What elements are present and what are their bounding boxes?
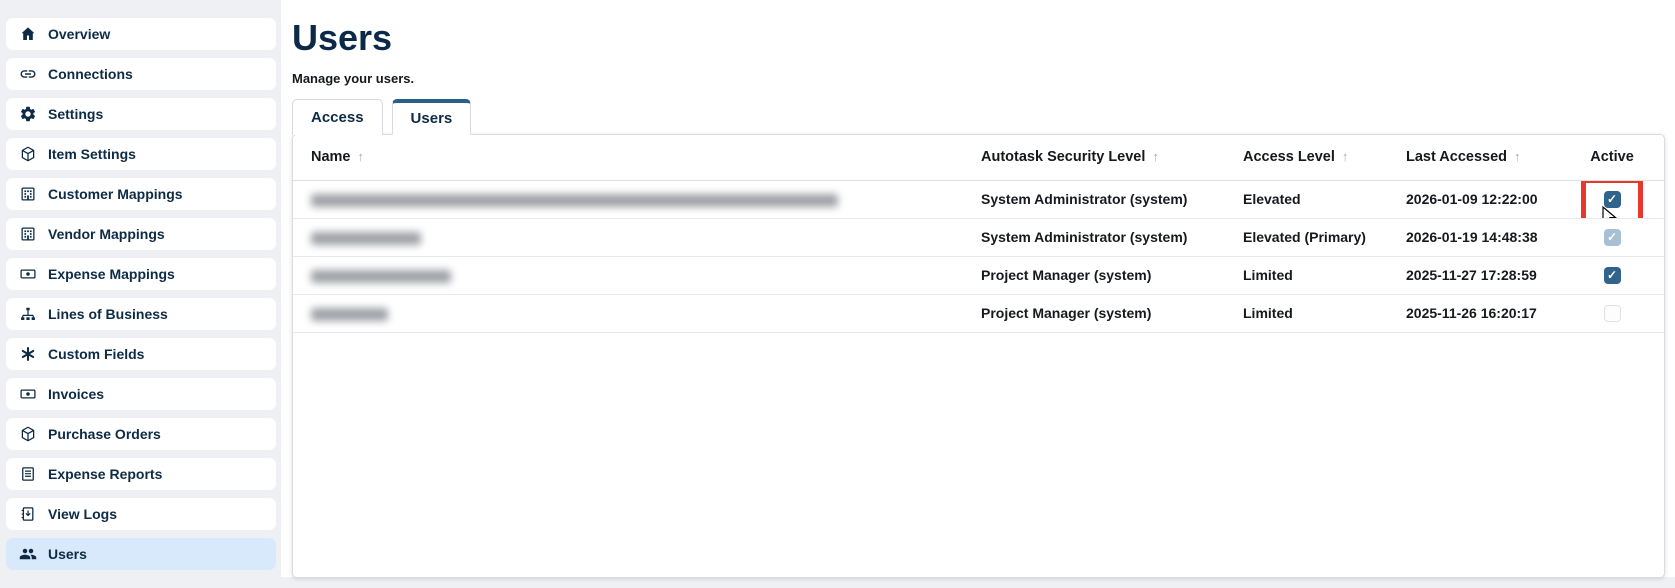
table-row: System Administrator (system) Elevated (…	[293, 218, 1664, 256]
home-icon	[19, 25, 37, 43]
sort-ascending-icon[interactable]: ↑	[1342, 149, 1349, 164]
col-header-label: Name	[311, 149, 351, 165]
cell-access-level: Elevated (Primary)	[1227, 218, 1390, 256]
sidebar-item-expense-mappings[interactable]: Expense Mappings	[6, 258, 276, 290]
tab-users[interactable]: Users	[392, 99, 472, 135]
col-header-active: Active	[1560, 135, 1664, 180]
sidebar-item-custom-fields[interactable]: Custom Fields	[6, 338, 276, 370]
sidebar-item-vendor-mappings[interactable]: Vendor Mappings	[6, 218, 276, 250]
cell-last-accessed: 2026-01-19 14:48:38	[1390, 218, 1560, 256]
active-checkbox[interactable]	[1604, 267, 1621, 284]
payments-icon	[19, 265, 37, 283]
cell-last-accessed: 2025-11-27 17:28:59	[1390, 256, 1560, 294]
col-header-label: Active	[1590, 149, 1634, 165]
cell-name	[293, 294, 965, 332]
cell-name	[293, 180, 965, 218]
cell-last-accessed: 2026-01-09 12:22:00	[1390, 180, 1560, 218]
page-subtitle: Manage your users.	[292, 71, 1675, 86]
sidebar-item-label: Users	[48, 546, 87, 562]
active-checkbox[interactable]	[1604, 191, 1621, 208]
sidebar-item-label: Expense Mappings	[48, 266, 175, 282]
cell-access-level: Limited	[1227, 256, 1390, 294]
redacted-name	[311, 270, 451, 283]
active-checkbox[interactable]	[1604, 305, 1621, 322]
users-table: Name ↑ Autotask Security Level ↑ Access Le…	[293, 135, 1664, 333]
table-row: Project Manager (system) Limited 2025-11…	[293, 256, 1664, 294]
gear-icon	[19, 105, 37, 123]
group-icon	[19, 545, 37, 563]
col-header-access-level[interactable]: Access Level ↑	[1227, 135, 1390, 180]
cell-name	[293, 256, 965, 294]
sidebar-item-connections[interactable]: Connections	[6, 58, 276, 90]
sidebar-item-label: Invoices	[48, 386, 104, 402]
sidebar-item-label: Expense Reports	[48, 466, 162, 482]
sidebar-item-users[interactable]: Users	[6, 538, 276, 570]
building-icon	[19, 225, 37, 243]
sidebar-item-label: Settings	[48, 106, 103, 122]
cell-access-level: Limited	[1227, 294, 1390, 332]
sidebar-item-customer-mappings[interactable]: Customer Mappings	[6, 178, 276, 210]
col-header-security-level[interactable]: Autotask Security Level ↑	[965, 135, 1227, 180]
redacted-name	[311, 194, 838, 207]
building-icon	[19, 185, 37, 203]
sidebar-item-invoices[interactable]: Invoices	[6, 378, 276, 410]
sidebar-item-label: Overview	[48, 26, 110, 42]
sidebar-item-settings[interactable]: Settings	[6, 98, 276, 130]
sidebar-item-expense-reports[interactable]: Expense Reports	[6, 458, 276, 490]
report-icon	[19, 465, 37, 483]
cell-name	[293, 218, 965, 256]
sidebar-item-label: Customer Mappings	[48, 186, 183, 202]
cell-active	[1560, 180, 1664, 218]
asterisk-icon	[19, 345, 37, 363]
tab-bar: Access Users	[292, 99, 1675, 135]
tab-access[interactable]: Access	[292, 99, 383, 135]
col-header-label: Access Level	[1243, 149, 1335, 165]
active-checkbox[interactable]	[1604, 229, 1621, 246]
payments-icon	[19, 385, 37, 403]
cell-active	[1560, 218, 1664, 256]
sidebar-item-purchase-orders[interactable]: Purchase Orders	[6, 418, 276, 450]
page-title: Users	[292, 18, 1675, 58]
redacted-name	[311, 308, 388, 321]
sort-ascending-icon[interactable]: ↑	[1514, 149, 1521, 164]
logs-icon	[19, 505, 37, 523]
sidebar-item-label: View Logs	[48, 506, 117, 522]
cell-access-level: Elevated	[1227, 180, 1390, 218]
package-icon	[19, 145, 37, 163]
package-icon	[19, 425, 37, 443]
main-panel: Users Manage your users. Access Users Na…	[281, 0, 1675, 577]
sidebar-item-label: Custom Fields	[48, 346, 144, 362]
sidebar-item-view-logs[interactable]: View Logs	[6, 498, 276, 530]
sidebar: Overview Connections Settings Item Setti…	[6, 18, 276, 578]
users-table-card: Name ↑ Autotask Security Level ↑ Access Le…	[292, 134, 1665, 578]
sidebar-item-label: Vendor Mappings	[48, 226, 165, 242]
col-header-label: Last Accessed	[1406, 149, 1507, 165]
link-icon	[19, 65, 37, 83]
sidebar-item-overview[interactable]: Overview	[6, 18, 276, 50]
cell-active	[1560, 256, 1664, 294]
sidebar-item-label: Lines of Business	[48, 306, 168, 322]
sort-ascending-icon[interactable]: ↑	[1152, 149, 1159, 164]
sidebar-item-lines-of-business[interactable]: Lines of Business	[6, 298, 276, 330]
col-header-label: Autotask Security Level	[981, 149, 1145, 165]
sort-ascending-icon[interactable]: ↑	[358, 149, 365, 164]
table-row: Project Manager (system) Limited 2025-11…	[293, 294, 1664, 332]
table-header-row: Name ↑ Autotask Security Level ↑ Access Le…	[293, 135, 1664, 180]
sidebar-item-label: Connections	[48, 66, 133, 82]
cell-security-level: Project Manager (system)	[965, 256, 1227, 294]
cell-security-level: System Administrator (system)	[965, 180, 1227, 218]
hierarchy-icon	[19, 305, 37, 323]
table-row: System Administrator (system) Elevated 2…	[293, 180, 1664, 218]
sidebar-item-label: Item Settings	[48, 146, 136, 162]
sidebar-item-item-settings[interactable]: Item Settings	[6, 138, 276, 170]
sidebar-item-label: Purchase Orders	[48, 426, 161, 442]
cell-security-level: System Administrator (system)	[965, 218, 1227, 256]
col-header-last-accessed[interactable]: Last Accessed ↑	[1390, 135, 1560, 180]
cell-security-level: Project Manager (system)	[965, 294, 1227, 332]
col-header-name[interactable]: Name ↑	[293, 135, 965, 180]
cell-active	[1560, 294, 1664, 332]
redacted-name	[311, 232, 421, 245]
cell-last-accessed: 2025-11-26 16:20:17	[1390, 294, 1560, 332]
